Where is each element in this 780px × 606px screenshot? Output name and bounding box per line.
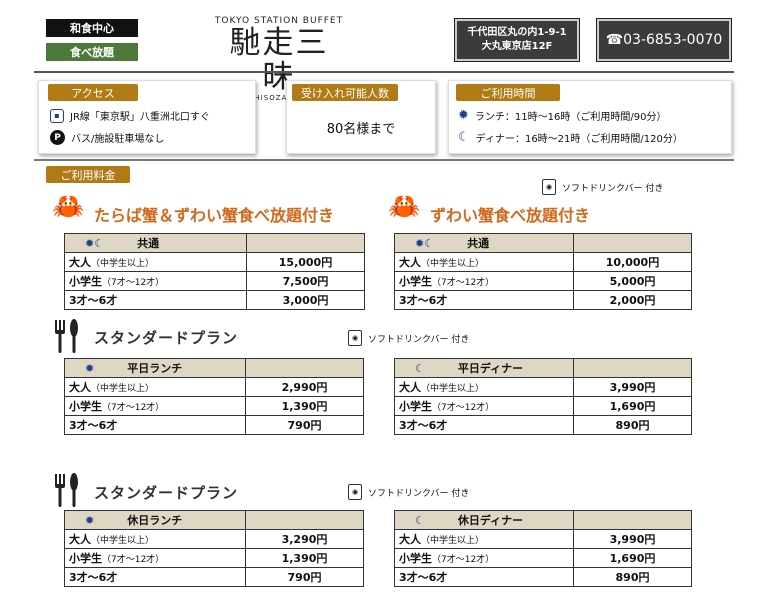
table-row: 大人（中学生以上） 3,290円 (64, 529, 364, 549)
drink-cup-icon: ◉ (348, 330, 362, 346)
parking-line: P バス/施設駐車場なし (50, 130, 164, 145)
standard-title-weekday: スタンダードプラン (94, 329, 239, 347)
table-row: 3才～6才 790円 (64, 415, 364, 435)
sun-icon: ✹ (85, 514, 95, 527)
train-icon: ▪ (50, 108, 64, 123)
address-box: 千代田区丸の内1-9-1 大丸東京店12F (455, 19, 579, 61)
table-row: 大人（中学生以上） 15,000円 (64, 252, 365, 272)
capacity-badge: 受け入れ可能人数 (292, 84, 398, 101)
drink-note-weekday: ◉ ソフトドリンクバー 付き (348, 330, 469, 346)
moon-icon: ☾ (415, 362, 425, 375)
table-row: 小学生（7才～12才） 1,390円 (64, 548, 364, 568)
header-divider (34, 71, 734, 73)
hours-dinner: ☾ ディナー：16時～21時（ご利用時間/120分） (458, 130, 683, 145)
crab-icon: 🦀 (52, 192, 85, 222)
table-row: 小学生（7才～12才） 5,000円 (394, 271, 692, 291)
phone-box[interactable]: ☎03-6853-0070 (597, 19, 731, 61)
holiday-lunch-head: 休日ランチ (127, 514, 183, 527)
table-row: 大人（中学生以上） 2,990円 (64, 377, 364, 397)
crab-zuwai-table: ✹☾ 共通 大人（中学生以上） 10,000円 小学生（7才～12才） 5,000円… (394, 233, 692, 310)
standard-title-holiday: スタンダードプラン (94, 484, 239, 502)
table-row: 3才～6才 890円 (394, 567, 692, 587)
table-row: 3才～6才 790円 (64, 567, 364, 587)
train-line: ▪ JR線「東京駅」八重洲北口すぐ (50, 108, 210, 123)
sun-icon: ✹ (85, 237, 95, 250)
drink-cup-icon: ◉ (348, 484, 362, 500)
moon-icon: ☾ (415, 514, 425, 527)
table-row: 小学生（7才～12才） 1,690円 (394, 396, 692, 416)
fees-badge: ご利用料金 (46, 166, 130, 183)
parking-icon: P (50, 130, 65, 145)
tabehodai-tag: 食べ放題 (46, 43, 138, 61)
crab-icon: 🦀 (388, 192, 421, 222)
table-row: 小学生（7才～12才） 1,390円 (64, 396, 364, 416)
weekday-dinner-table: ☾ 平日ディナー 大人（中学生以上） 3,990円 小学生（7才～12才） 1,69… (394, 358, 692, 435)
moon-icon: ☾ (458, 130, 470, 145)
table-row: 3才～6才 2,000円 (394, 290, 692, 310)
table-row: 大人（中学生以上） 3,990円 (394, 529, 692, 549)
drink-cup-icon: ◉ (542, 179, 556, 195)
hours-lunch: ✹ ランチ：11時～16時（ご利用時間/90分） (458, 108, 666, 123)
table-row: 小学生（7才～12才） 7,500円 (64, 271, 365, 291)
parking-text: バス/施設駐車場なし (71, 134, 165, 145)
cutlery-icon (55, 319, 78, 353)
train-text: JR線「東京駅」八重洲北口すぐ (70, 112, 210, 123)
crab-zuwai-title: ずわい蟹食べ放題付き (430, 206, 591, 225)
moon-icon: ☾ (94, 237, 105, 250)
drink-note-text: ソフトドリンクバー 付き (562, 183, 664, 194)
phone-number: ☎03-6853-0070 (605, 32, 723, 48)
sun-icon: ✹ (415, 237, 425, 250)
weekday-lunch-table: ✹ 平日ランチ 大人（中学生以上） 2,990円 小学生（7才～12才） 1,390… (64, 358, 364, 435)
washoku-tag: 和食中心 (46, 19, 138, 37)
holiday-dinner-table: ☾ 休日ディナー 大人（中学生以上） 3,990円 小学生（7才～12才） 1,69… (394, 510, 692, 587)
access-badge: アクセス (48, 84, 138, 101)
crab-all-table: ✹☾ 共通 大人（中学生以上） 15,000円 小学生（7才～12才） 7,500円… (64, 233, 365, 310)
crab-all-title: たらば蟹＆ずわい蟹食べ放題付き (94, 206, 335, 225)
address-line2: 大丸東京店12F (481, 41, 553, 52)
hours-lunch-text: ランチ：11時～16時（ご利用時間/90分） (474, 112, 667, 123)
drink-note-holiday: ◉ ソフトドリンクバー 付き (348, 484, 469, 500)
crab-all-head: 共通 (137, 237, 160, 250)
weekday-dinner-head: 平日ディナー (457, 362, 524, 375)
sun-icon: ✹ (85, 362, 95, 375)
weekday-lunch-head: 平日ランチ (127, 362, 183, 375)
moon-icon: ☾ (424, 237, 435, 250)
holiday-dinner-head: 休日ディナー (457, 514, 524, 527)
hours-badge: ご利用時間 (456, 84, 560, 101)
capacity-value: 80名様まで (326, 122, 396, 137)
holiday-lunch-table: ✹ 休日ランチ 大人（中学生以上） 3,290円 小学生（7才～12才） 1,390… (64, 510, 364, 587)
cutlery-icon (55, 473, 78, 507)
table-row: 3才～6才 890円 (394, 415, 692, 435)
table-row: 大人（中学生以上） 10,000円 (394, 252, 692, 272)
address-line1: 千代田区丸の内1-9-1 (467, 27, 567, 38)
table-row: 小学生（7才～12才） 1,690円 (394, 548, 692, 568)
crab-zuwai-head: 共通 (467, 237, 490, 250)
sun-icon: ✹ (458, 108, 469, 123)
drink-note-top: ◉ ソフトドリンクバー 付き (542, 179, 663, 195)
info-divider (34, 159, 734, 161)
table-row: 3才～6才 3,000円 (64, 290, 365, 310)
table-row: 大人（中学生以上） 3,990円 (394, 377, 692, 397)
hours-dinner-text: ディナー：16時～21時（ご利用時間/120分） (475, 134, 683, 145)
